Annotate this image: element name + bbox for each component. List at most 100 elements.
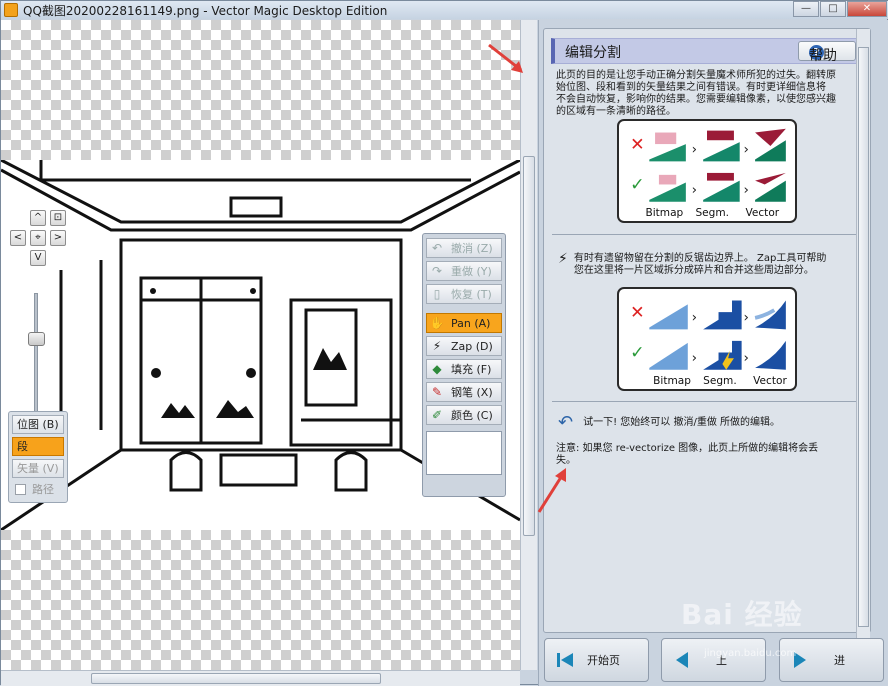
- redo-button[interactable]: ↷ 重做 (Y): [426, 261, 502, 281]
- hand-icon: ✋: [429, 316, 445, 330]
- pan-label: Pan (A): [451, 316, 491, 330]
- note-paragraph: 注意: 如果您 re-vectorize 图像，此页上所做的编辑将会丢 失。: [556, 443, 818, 467]
- svg-text:›: ›: [744, 351, 749, 366]
- mode-segment-button[interactable]: 段: [12, 437, 64, 456]
- help-button[interactable]: ? 帮助: [798, 41, 856, 64]
- zoom-slider-knob[interactable]: [28, 332, 45, 346]
- zap-line: 有时有遗留物留在分割的反锯齿边界上。 Zap工具可帮助: [573, 253, 827, 264]
- pencil-label: 钢笔 (X): [451, 386, 493, 399]
- undo-button[interactable]: ↶ 撤消 (Z): [426, 238, 502, 258]
- section-header: 编辑分割 ? 帮助: [551, 38, 863, 64]
- diagram2-label-vector: Vector: [753, 375, 787, 387]
- canvas-hscroll-thumb[interactable]: [91, 673, 381, 684]
- note-line: 失。: [556, 455, 576, 466]
- page-icon: ▯: [433, 287, 441, 301]
- maximize-button[interactable]: □: [820, 1, 846, 17]
- zap-example-diagram: ✕ ✓ › › › › Bitmap Segm. Vector: [617, 287, 797, 391]
- svg-text:›: ›: [692, 311, 697, 326]
- svg-text:›: ›: [692, 351, 697, 366]
- zap-tool-button[interactable]: ⚡ Zap (D): [426, 336, 502, 356]
- next-button[interactable]: 进: [779, 638, 884, 682]
- nav-down-button[interactable]: V: [30, 250, 46, 266]
- svg-text:✕: ✕: [630, 303, 645, 323]
- current-color-swatch[interactable]: [426, 431, 502, 475]
- back-arrow-icon: [676, 652, 688, 668]
- undo-label: 撤消 (Z): [451, 242, 493, 255]
- try-paragraph: ↶ 试一下! 您始终可以 撤消/重做 所做的编辑。: [558, 412, 781, 433]
- fill-label: 填充 (F): [451, 363, 492, 376]
- eyedropper-icon: ✐: [431, 408, 443, 422]
- view-mode-panel: 位图 (B) 段 矢量 (V) 路径: [8, 411, 68, 503]
- diagram2-label-bitmap: Bitmap: [653, 375, 691, 387]
- zoom-fit-button[interactable]: ⊡: [50, 210, 66, 226]
- tool-panel: ↶ 撤消 (Z) ↷ 重做 (Y) ▯ 恢复 (T) ✋ Pan (A) ⚡ Zap (D…: [422, 233, 506, 497]
- diagram1-label-segm: Segm.: [695, 207, 729, 219]
- nav-up-button[interactable]: ^: [30, 210, 46, 226]
- undo-icon: ↶: [431, 241, 443, 255]
- pencil-icon: ✎: [431, 385, 443, 399]
- section-divider: [552, 401, 864, 402]
- restore-button[interactable]: ▯ 恢复 (T): [426, 284, 502, 304]
- nav-center-button[interactable]: ⌖: [30, 230, 46, 246]
- baidu-watermark-url: jingyan.baidu.com: [704, 648, 797, 659]
- previous-button[interactable]: 上: [661, 638, 766, 682]
- svg-text:✓: ✓: [630, 175, 645, 195]
- baidu-watermark: Bai 经验: [681, 598, 803, 631]
- zap-line: 您在这里将一片区域拆分成碎片和合并这些周边部分。: [573, 265, 814, 276]
- help-scrollbar[interactable]: [856, 29, 870, 644]
- app-icon: [4, 3, 18, 17]
- zoom-slider-track[interactable]: [34, 293, 38, 423]
- window-title: QQ截图20200228161149.png - Vector Magic De…: [23, 3, 388, 18]
- help-button-label: 帮助: [809, 48, 837, 64]
- zap-paragraph: ⚡ 有时有遗留物留在分割的反锯齿边界上。 Zap工具可帮助 您在这里将一片区域拆…: [558, 252, 827, 277]
- start-page-label: 开始页: [587, 654, 620, 667]
- paint-bucket-icon: ◆: [432, 362, 442, 376]
- pan-tool-button[interactable]: ✋ Pan (A): [426, 313, 502, 333]
- canvas-horizontal-scrollbar[interactable]: [1, 670, 520, 686]
- path-label: 路径: [32, 483, 54, 496]
- restore-label: 恢复 (T): [451, 288, 492, 301]
- start-page-button[interactable]: 开始页: [544, 638, 649, 682]
- svg-text:›: ›: [744, 311, 749, 326]
- page-title: 编辑分割: [565, 45, 621, 61]
- diagram2-label-segm: Segm.: [703, 375, 737, 387]
- path-checkbox[interactable]: [15, 483, 26, 495]
- intro-line: 始位图、段和看到的矢量结果之间有错误。有时更详细信息将: [556, 82, 826, 93]
- path-checkbox-row[interactable]: 路径: [12, 481, 64, 497]
- undo-arrow-icon: ↶: [558, 412, 574, 433]
- help-scroll-thumb[interactable]: [858, 47, 869, 627]
- nav-left-button[interactable]: <: [10, 230, 26, 246]
- section-divider: [552, 234, 864, 235]
- canvas-vscroll-thumb[interactable]: [523, 156, 535, 536]
- lightning-icon: ⚡: [432, 339, 442, 353]
- svg-text:›: ›: [744, 183, 749, 198]
- diagram1-label-vector: Vector: [745, 207, 779, 219]
- image-canvas[interactable]: ^ ⊡ < ⌖ > V 位图 (B) 段 矢量 (V) 路径 ↶ 撤消 (Z) ↷…: [1, 20, 520, 670]
- mode-vector-button[interactable]: 矢量 (V): [12, 459, 64, 478]
- intro-line: 此页的目的是让您手动正确分割矢量魔术师所犯的过失。翻转原: [556, 70, 836, 81]
- zap-label: Zap (D): [451, 339, 493, 353]
- nav-right-button[interactable]: >: [50, 230, 66, 246]
- mode-bitmap-button[interactable]: 位图 (B): [12, 415, 64, 434]
- diagram1-label-bitmap: Bitmap: [645, 207, 683, 219]
- help-sidebar: 编辑分割 ? 帮助 此页的目的是让您手动正确分割矢量魔术师所犯的过失。翻转原 始…: [538, 20, 888, 686]
- canvas-vertical-scrollbar[interactable]: [520, 20, 537, 670]
- color-label: 颜色 (C): [451, 409, 493, 422]
- close-button[interactable]: ✕: [847, 1, 887, 17]
- first-page-icon: [557, 653, 573, 667]
- segmentation-example-diagram: ✕ ✓ › › › › Bitmap Segm. Vector: [617, 119, 797, 223]
- redo-label: 重做 (Y): [451, 265, 492, 278]
- svg-text:›: ›: [744, 143, 749, 158]
- note-line: 注意: 如果您 re-vectorize 图像，此页上所做的编辑将会丢: [556, 443, 819, 454]
- color-picker-button[interactable]: ✐ 颜色 (C): [426, 405, 502, 425]
- intro-line: 不会自动恢复，影响你的结果。您需要编辑像素，以使您感兴趣: [556, 94, 836, 105]
- pencil-tool-button[interactable]: ✎ 钢笔 (X): [426, 382, 502, 402]
- try-text: 试一下! 您始终可以 撤消/重做 所做的编辑。: [583, 417, 781, 428]
- fill-tool-button[interactable]: ◆ 填充 (F): [426, 359, 502, 379]
- minimize-button[interactable]: —: [793, 1, 819, 17]
- redo-icon: ↷: [431, 264, 443, 278]
- title-bar: QQ截图20200228161149.png - Vector Magic De…: [1, 1, 888, 19]
- help-content: 编辑分割 ? 帮助 此页的目的是让您手动正确分割矢量魔术师所犯的过失。翻转原 始…: [543, 28, 871, 644]
- svg-text:›: ›: [692, 183, 697, 198]
- svg-text:✕: ✕: [630, 135, 645, 155]
